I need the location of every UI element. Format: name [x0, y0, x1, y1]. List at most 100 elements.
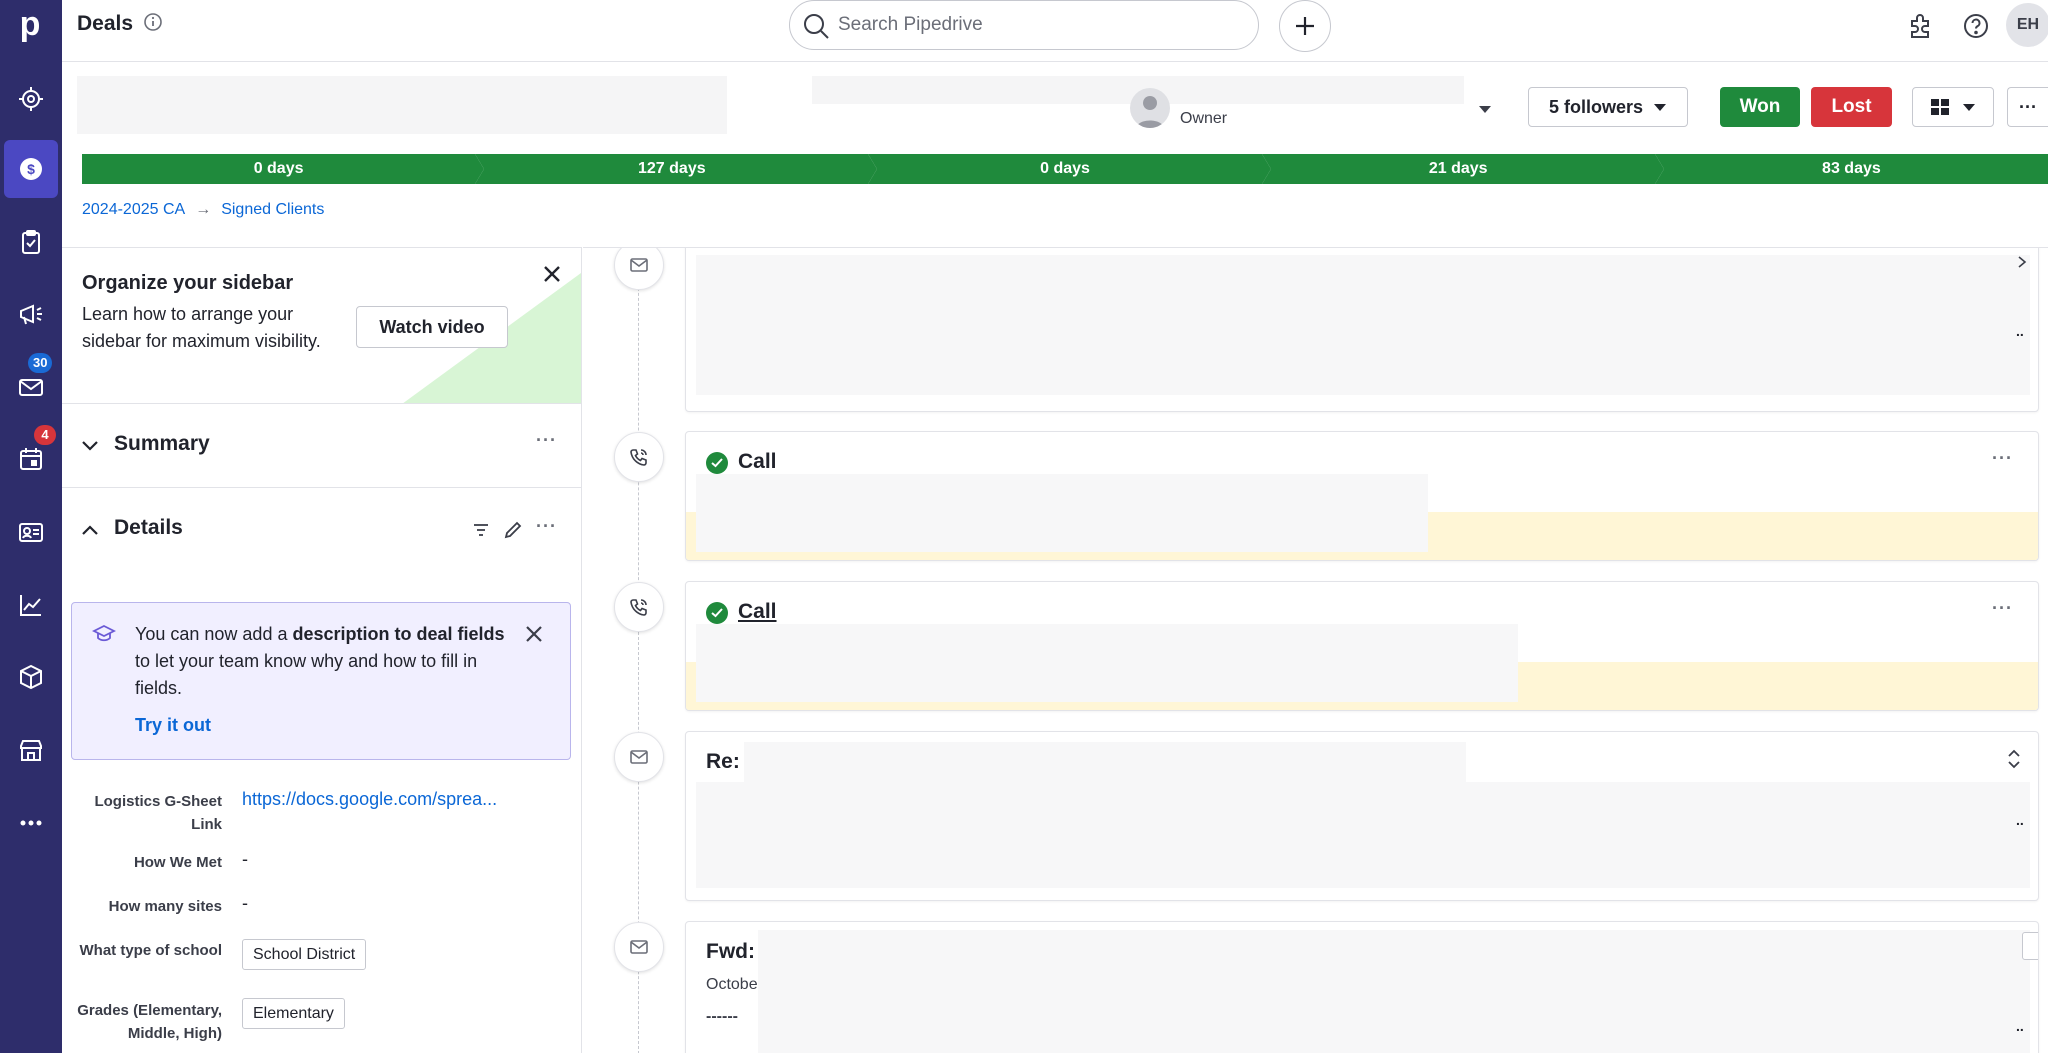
expand-icon[interactable] — [2006, 748, 2022, 770]
summary-more-button[interactable]: ··· — [536, 430, 557, 451]
calendar-badge: 4 — [34, 425, 56, 445]
pipeline-stage[interactable]: 83 days — [1654, 154, 2048, 184]
page-title: Deals — [77, 12, 163, 36]
tip-text-end: to let your team know why and how to fil… — [135, 651, 478, 698]
try-it-out-link[interactable]: Try it out — [135, 715, 211, 736]
deals-icon[interactable]: $ — [4, 140, 58, 198]
call-title[interactable]: Call — [738, 600, 777, 624]
summary-title: Summary — [114, 432, 210, 455]
top-bar: Deals Search Pipedrive EH — [62, 0, 2048, 62]
edit-icon[interactable] — [503, 520, 523, 540]
call-description-placeholder — [696, 474, 1428, 552]
grades-tag[interactable]: Elementary — [242, 998, 345, 1029]
school-type-tag[interactable]: School District — [242, 939, 367, 970]
deal-sidebar: Organize your sidebar Learn how to arran… — [62, 247, 582, 1053]
more-dots: .. — [2016, 323, 2024, 339]
field-label: What type of school — [79, 942, 223, 959]
plus-icon — [1296, 17, 1314, 35]
more-icon[interactable] — [4, 794, 58, 852]
call-title[interactable]: Call — [738, 450, 777, 474]
field-value[interactable]: - — [242, 893, 248, 914]
breadcrumb-arrow-icon: → — [195, 201, 212, 218]
email-body-placeholder — [696, 255, 2030, 395]
won-button[interactable]: Won — [1720, 87, 1800, 127]
user-avatar[interactable]: EH — [2006, 3, 2048, 47]
activities-icon[interactable] — [4, 213, 58, 271]
activity-timeline: .. Call ··· Call ··· Re: .. Fwd: Octobe — [583, 247, 2048, 1053]
graduation-cap-icon — [92, 624, 116, 642]
email-icon — [614, 732, 664, 782]
campaigns-icon[interactable] — [4, 285, 58, 343]
email-action-button[interactable] — [2022, 932, 2038, 960]
field-label: How many sites — [108, 898, 222, 915]
call-description-placeholder — [696, 624, 1518, 702]
more-dots: .. — [2016, 812, 2024, 828]
info-icon[interactable] — [143, 12, 163, 32]
summary-section-header[interactable]: Summary ··· — [62, 404, 581, 488]
email-card[interactable]: .. — [685, 248, 2039, 412]
details-more-button[interactable]: ··· — [536, 516, 557, 537]
email-card[interactable]: Fwd: Octobe ------ .. — [685, 921, 2039, 1053]
chevron-right-icon[interactable] — [2016, 255, 2028, 269]
check-icon[interactable] — [706, 602, 728, 624]
pipeline-stage[interactable]: 21 days — [1261, 154, 1665, 184]
check-icon[interactable] — [706, 452, 728, 474]
email-subject[interactable]: Fwd: — [706, 940, 755, 964]
close-icon[interactable] — [525, 625, 543, 643]
phone-icon — [614, 432, 664, 482]
email-separator: ------ — [706, 1008, 738, 1025]
call-more-button[interactable]: ··· — [1992, 448, 2013, 469]
call-more-button[interactable]: ··· — [1992, 598, 2013, 619]
email-icon — [614, 922, 664, 972]
organize-sidebar-description: Learn how to arrange your sidebar for ma… — [82, 304, 321, 351]
email-subject[interactable]: Re: — [706, 750, 740, 774]
deal-title-placeholder — [77, 76, 727, 134]
left-navigation-rail: p $ 30 4 — [0, 0, 62, 1053]
tip-text: You can now add a description to deal fi… — [135, 621, 515, 702]
breadcrumb: 2024-2025 CA → Signed Clients — [82, 201, 324, 219]
field-label: Logistics G-Sheet Link — [94, 793, 222, 833]
call-card[interactable]: Call ··· — [685, 431, 2039, 561]
pipeline-stage[interactable]: 0 days — [868, 154, 1271, 184]
add-button[interactable] — [1279, 0, 1331, 52]
insights-icon[interactable] — [4, 576, 58, 634]
email-body-placeholder — [758, 930, 2030, 1053]
breadcrumb-stage-link[interactable]: Signed Clients — [221, 201, 324, 219]
extensions-icon[interactable] — [1902, 8, 1938, 44]
breadcrumb-pipeline-link[interactable]: 2024-2025 CA — [82, 201, 185, 219]
filter-icon[interactable] — [472, 521, 490, 539]
search-input[interactable]: Search Pipedrive — [789, 0, 1259, 50]
close-icon[interactable] — [542, 264, 562, 284]
tip-text-start: You can now add a — [135, 624, 293, 644]
watch-video-button[interactable]: Watch video — [356, 306, 508, 348]
leads-icon[interactable] — [4, 70, 58, 128]
pipedrive-logo[interactable]: p — [10, 4, 50, 44]
products-icon[interactable] — [4, 648, 58, 706]
email-card[interactable]: Re: .. — [685, 731, 2039, 901]
deal-more-button[interactable]: ··· — [2007, 87, 2048, 127]
field-value[interactable]: - — [242, 849, 248, 870]
page-title-text: Deals — [77, 12, 134, 35]
lost-button[interactable]: Lost — [1811, 87, 1892, 127]
details-section-header[interactable]: Details ··· — [62, 488, 581, 572]
svg-text:$: $ — [27, 161, 35, 177]
owner-dropdown-icon[interactable] — [1478, 104, 1492, 114]
grid-icon — [1931, 99, 1949, 115]
help-icon[interactable] — [1958, 8, 1994, 44]
pipeline-stage[interactable]: 127 days — [475, 154, 878, 184]
chevron-down-icon — [1963, 104, 1975, 111]
field-label: Grades (Elementary, Middle, High) — [77, 1002, 222, 1042]
followers-label: 5 followers — [1548, 96, 1644, 117]
owner-avatar[interactable] — [1130, 88, 1170, 128]
view-switcher-button[interactable] — [1912, 87, 1994, 127]
tip-text-bold: description to deal fields — [292, 624, 505, 644]
contacts-icon[interactable] — [4, 503, 58, 561]
email-body-placeholder — [696, 782, 2030, 888]
pipeline-stage[interactable]: 0 days — [82, 154, 485, 184]
followers-button[interactable]: 5 followers — [1528, 87, 1688, 127]
organize-sidebar-title: Organize your sidebar — [82, 272, 294, 294]
chevron-down-icon — [1654, 104, 1667, 111]
call-card[interactable]: Call ··· — [685, 581, 2039, 711]
logistics-link[interactable]: https://docs.google.com/sprea... — [242, 789, 497, 810]
marketplace-icon[interactable] — [4, 721, 58, 779]
